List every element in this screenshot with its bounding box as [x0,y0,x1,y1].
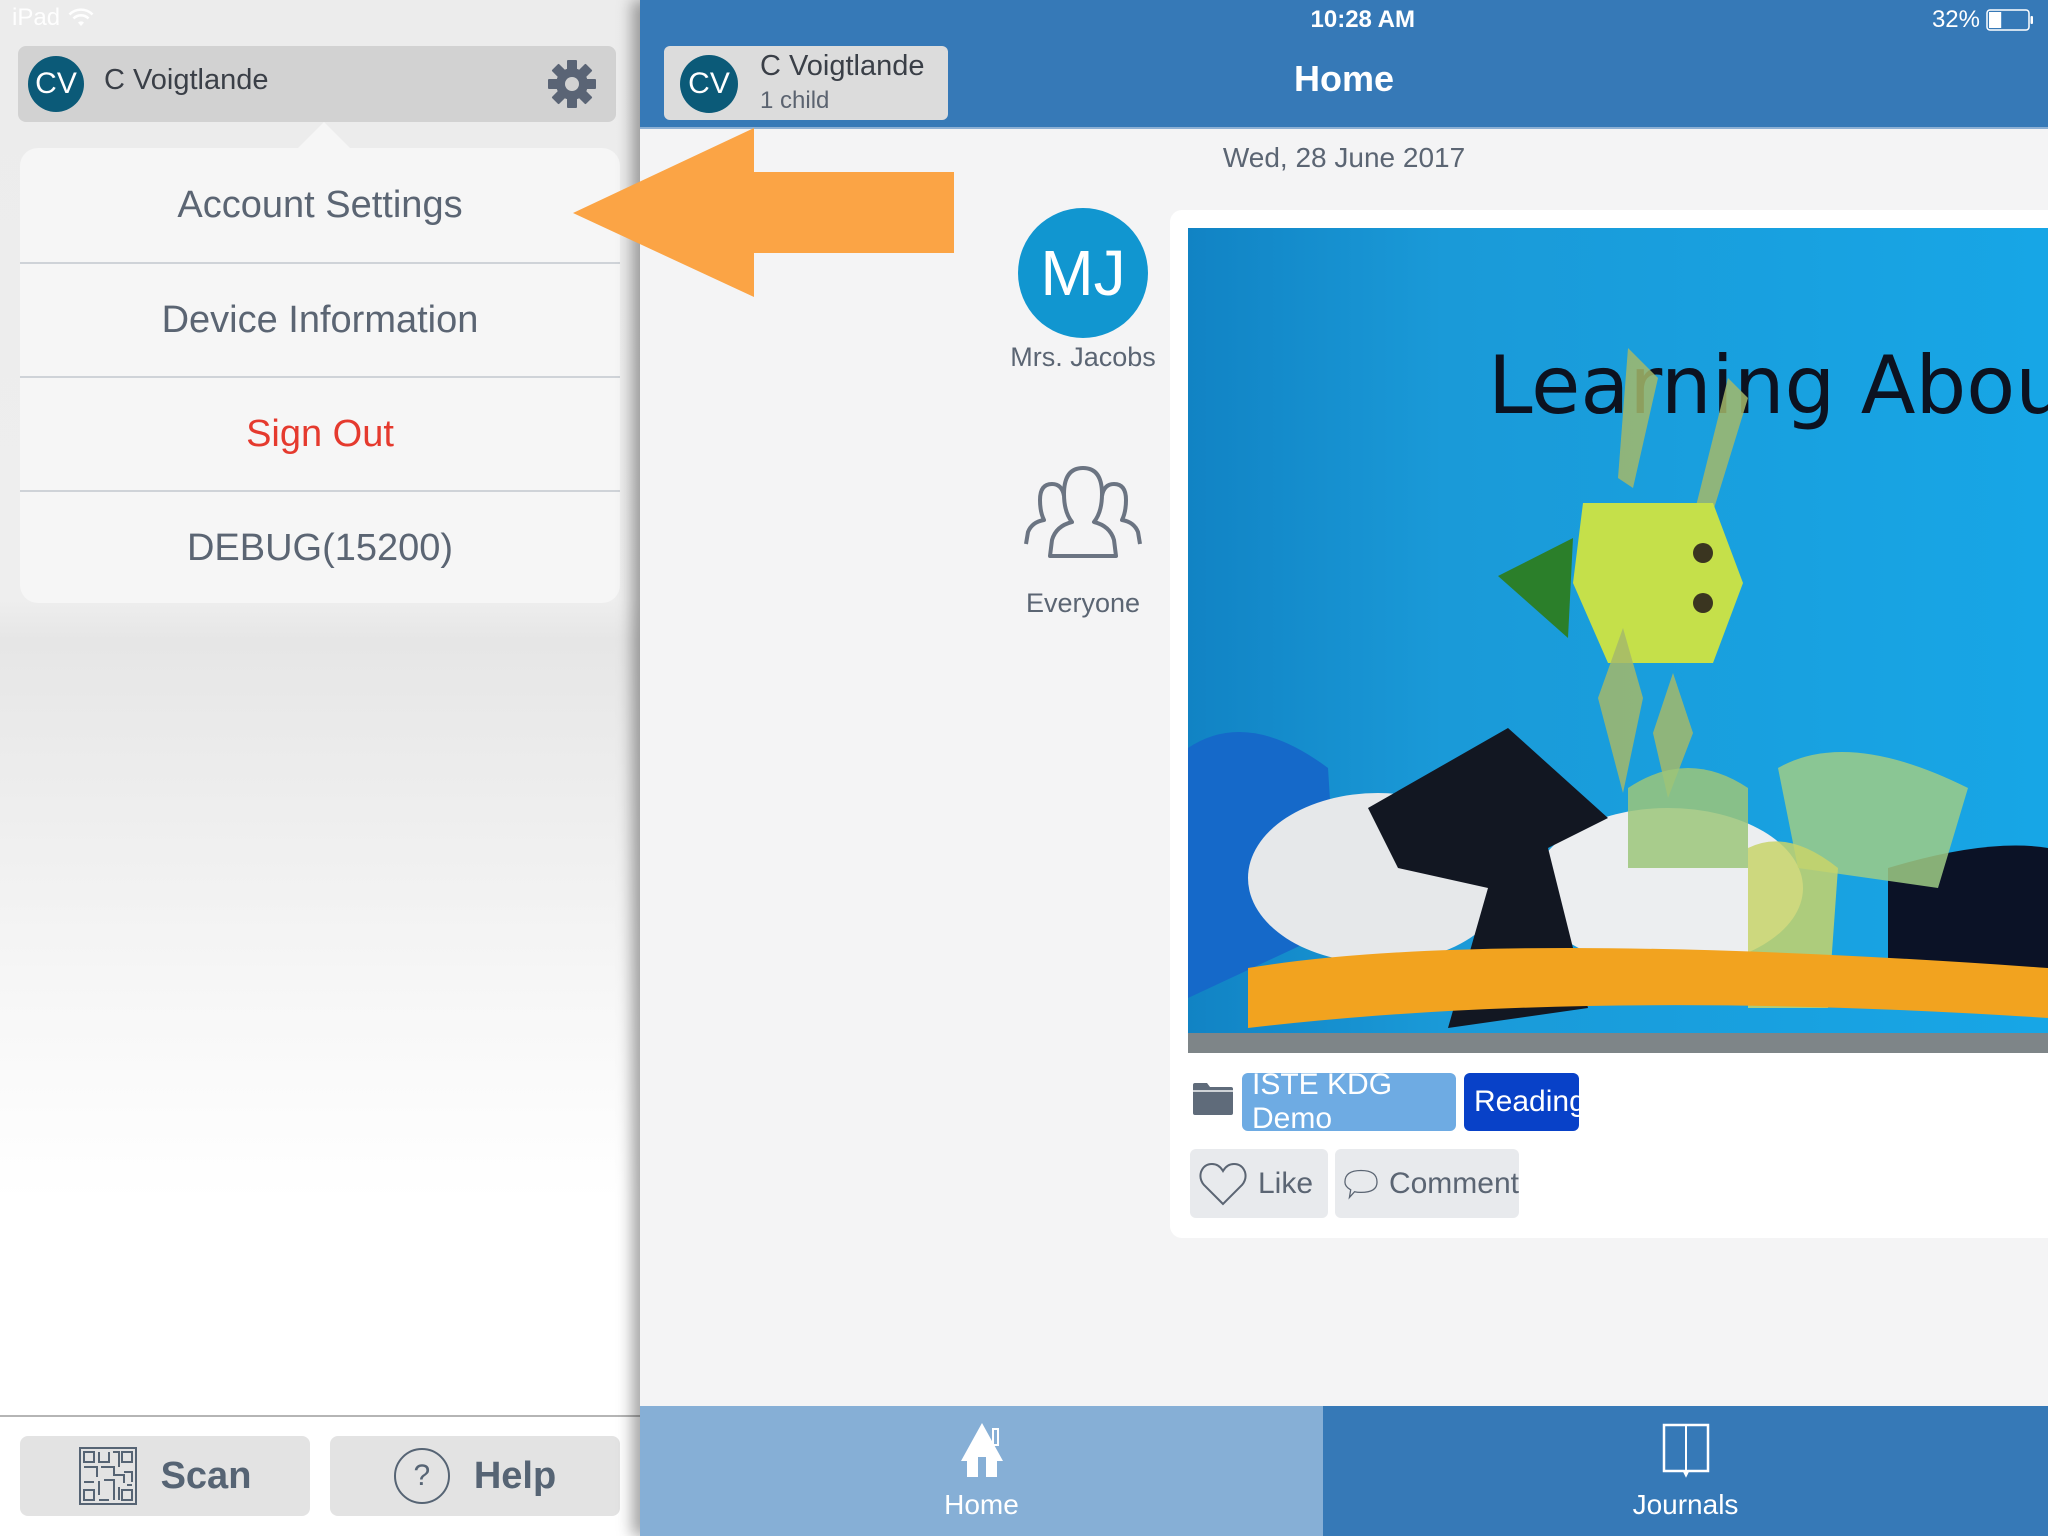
author-name: Mrs. Jacobs [1010,342,1156,372]
battery-status: 32% [1932,6,2034,34]
device-label: iPad [12,4,61,31]
group-icon [1024,466,1142,558]
comment-label: Comment [1388,1166,1519,1200]
divider [0,1415,640,1417]
user-name: C Voigtlande [104,64,269,96]
popover-caret [298,122,350,148]
battery-icon [1986,9,2033,31]
main-panel: 10:28 AM 32% CV C Voigtlande 1 child Hom… [640,0,2048,1536]
tag-class[interactable]: ISTE KDG Demo [1242,1068,1456,1135]
account-panel: iPad CV C Voigtlande Account Settings De… [0,0,640,1536]
menu-item-debug[interactable]: DEBUG(15200) [20,490,620,603]
audience-label: Everyone [1025,588,1141,618]
menu-item-account-settings[interactable]: Account Settings [20,148,620,262]
book-icon [1662,1423,1709,1478]
menu-item-device-information[interactable]: Device Information [20,262,620,376]
gear-icon[interactable] [546,58,598,110]
profile-bar[interactable]: CV C Voigtlande [18,46,616,122]
like-label: Like [1258,1166,1314,1200]
house-icon [960,1423,1003,1477]
scan-label: Scan [160,1454,252,1497]
speech-bubble-icon [1344,1169,1378,1200]
tab-home[interactable]: Home [640,1406,1323,1536]
help-label: Help [473,1454,557,1497]
post-date: Wed, 28 June 2017 [1222,142,1466,173]
comment-button[interactable]: Comment [1335,1149,1519,1218]
tab-home-label: Home [944,1489,1019,1520]
device-status: iPad [12,4,94,32]
heart-icon [1199,1162,1247,1205]
post-photo[interactable]: Learning About [1188,228,2048,1053]
nav-header: 10:28 AM 32% CV C Voigtlande 1 child Hom… [640,0,2048,129]
author-avatar[interactable]: MJ [1018,208,1148,338]
photo-caption: Learning About [1488,339,2048,432]
account-menu: Account Settings Device Information Sign… [20,148,620,603]
qr-code-icon [78,1447,137,1505]
avatar: CV [28,56,84,112]
wifi-icon [68,8,94,26]
like-button[interactable]: Like [1190,1149,1328,1218]
scan-button[interactable]: Scan [20,1436,310,1516]
battery-percent: 32% [1931,6,1980,33]
folder-icon [1193,1083,1233,1115]
post-card: Learning About ISTE KDG Demo Reading Lik… [1170,210,2048,1238]
tab-journals-label: Journals [1632,1489,1739,1520]
page-title: Home [1293,58,1395,99]
status-time: 10:28 AM [1310,6,1415,33]
tab-journals[interactable]: Journals [1323,1406,2048,1536]
tab-bar: Home Journals [640,1406,2048,1536]
tag-subject[interactable]: Reading [1464,1073,1586,1131]
menu-item-sign-out[interactable]: Sign Out [20,376,620,490]
help-button[interactable]: ? Help [330,1436,620,1516]
help-icon: ? [393,1448,450,1504]
